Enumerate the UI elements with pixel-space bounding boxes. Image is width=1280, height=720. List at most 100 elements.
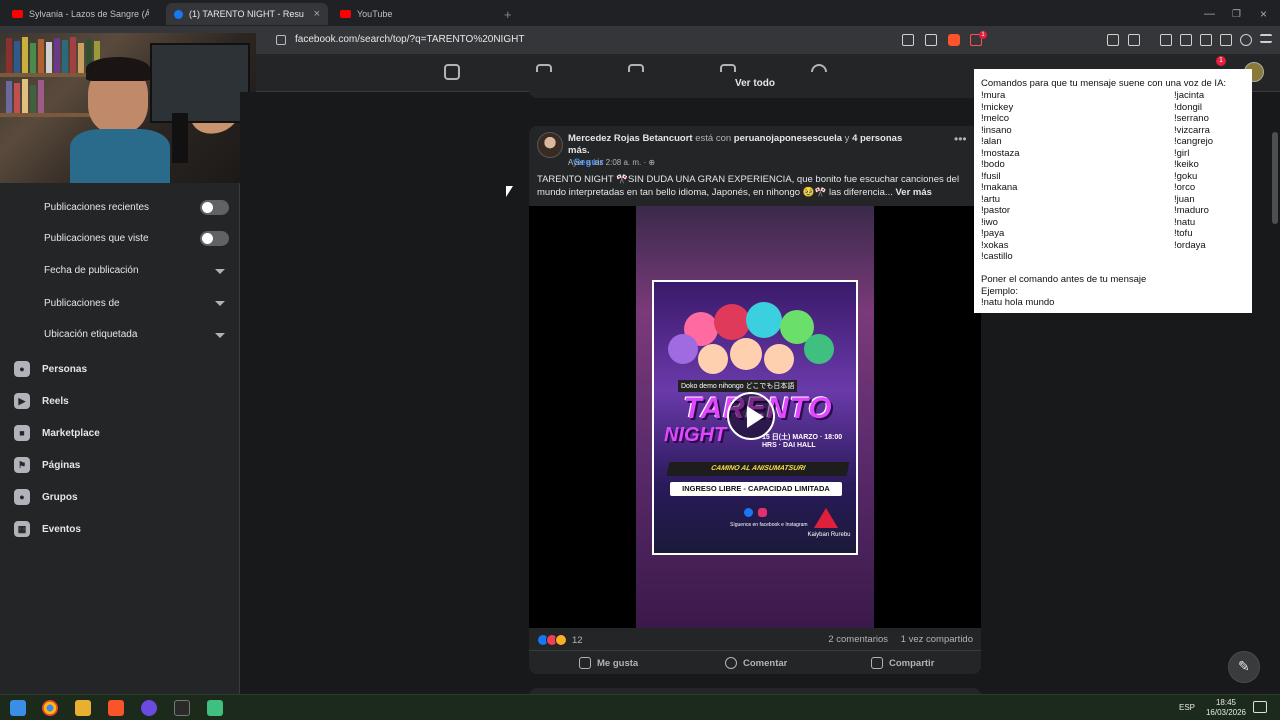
commands-column-1: !mura !mickey !melco !insano !alan !mostaza !b… (981, 90, 1020, 263)
comment-button[interactable]: Comentar (725, 657, 787, 669)
post-text: TARENTO NIGHT 🎌SIN DUDA UNA GRAN EXPERIE… (537, 173, 977, 199)
home-icon[interactable] (444, 64, 460, 80)
language-indicator[interactable]: ESP (1179, 703, 1195, 712)
sidebar-item-events[interactable]: ▦ Eventos (14, 521, 81, 537)
person-shirt (70, 129, 170, 183)
post-actions: Me gusta Comentar Compartir (529, 650, 981, 674)
command-item: !bodo (981, 159, 1005, 170)
command-item: !mostaza (981, 147, 1020, 159)
tab-youtube[interactable]: YouTube (332, 3, 492, 25)
maximize-button[interactable]: ❐ (1224, 3, 1249, 25)
tagged-page[interactable]: peruanojaponesescuela (734, 133, 842, 144)
file-explorer-icon[interactable] (75, 700, 91, 716)
cast-icon[interactable] (902, 34, 914, 46)
see-all-button[interactable]: Ver todo (529, 78, 981, 89)
sidebar-item-label: Marketplace (42, 427, 100, 439)
minimize-button[interactable]: — (1196, 3, 1223, 25)
share-icon[interactable] (925, 34, 937, 46)
tab-youtube-music[interactable]: Sylvania - Lazos de Sangre (Álbum (4, 3, 162, 25)
share-button[interactable]: Compartir (871, 657, 934, 669)
share-label: Compartir (889, 657, 935, 669)
shares-count[interactable]: 1 vez compartido (901, 634, 973, 645)
filter-recent-posts-label: Publicaciones recientes (44, 202, 150, 213)
new-tab-button[interactable]: + (496, 3, 520, 25)
filter-date-dropdown[interactable]: Fecha de publicación (44, 265, 139, 276)
tab-facebook[interactable]: (1) TARENTO NIGHT - Resultado × (166, 3, 328, 25)
sidebar-icon[interactable] (1180, 34, 1192, 46)
see-more-link[interactable]: Ver más (896, 187, 932, 198)
notifications-icon[interactable] (1253, 701, 1267, 713)
menu-icon[interactable] (1260, 34, 1272, 43)
sidebar-item-label: Páginas (42, 459, 81, 471)
extensions-icon[interactable] (1107, 34, 1119, 46)
command-item: !xokas (981, 239, 1009, 251)
leo-ai-icon[interactable] (1220, 34, 1232, 46)
url-field[interactable]: facebook.com/search/top/?q=TARENTO%20NIG… (270, 32, 990, 48)
new-message-button[interactable] (1228, 651, 1260, 683)
reels-icon: ▶ (14, 393, 30, 409)
command-item: !tofu (1174, 228, 1193, 239)
reaction-count: 12 (572, 634, 583, 646)
comments-count[interactable]: 2 comentarios (828, 634, 888, 645)
page-scrollbar[interactable] (1270, 92, 1280, 694)
filter-posts-from-dropdown[interactable]: Publicaciones de (44, 298, 120, 309)
play-button[interactable] (727, 392, 775, 440)
notification-badge: 1 (979, 31, 987, 39)
sidebar-item-people[interactable]: ● Personas (14, 361, 87, 377)
post-stats: 2 comentarios 1 vez compartido (818, 634, 973, 645)
close-window-button[interactable]: × (1252, 3, 1275, 25)
overlay-title: Comandos para que tu mensaje suene con u… (981, 78, 1227, 89)
close-tab-icon[interactable]: × (314, 8, 320, 20)
filter-seen-posts-toggle[interactable] (200, 231, 229, 246)
flyer-date: 15 日(土) MARZO · 18:00 HRS · DAI HALL (762, 434, 843, 449)
command-item: !fusil (981, 170, 1001, 182)
filter-recent-posts-toggle[interactable] (200, 200, 229, 215)
system-clock[interactable]: 18:45 16/03/2026 (1206, 698, 1246, 718)
pages-icon: ⚑ (14, 457, 30, 473)
author-avatar[interactable] (537, 132, 563, 158)
sidebar-item-reels[interactable]: ▶ Reels (14, 393, 69, 409)
wallet-icon[interactable] (1128, 34, 1140, 46)
command-item: !natu (1174, 216, 1196, 228)
marketplace-icon: ■ (14, 425, 30, 441)
sidebar-item-groups[interactable]: ● Grupos (14, 489, 78, 505)
chevron-down-icon[interactable] (215, 333, 225, 338)
post-video[interactable]: Doko demo nihongo どこでも日本語 TARENTO NIGHT … (529, 206, 981, 628)
reactions-summary[interactable]: 12 (537, 634, 583, 646)
search-filters-sidebar: Publicaciones recientes Publicaciones qu… (0, 182, 240, 694)
chevron-down-icon[interactable] (215, 301, 225, 306)
music-icon[interactable] (1160, 34, 1172, 46)
like-button[interactable]: Me gusta (579, 657, 638, 669)
wallet2-icon[interactable] (1200, 34, 1212, 46)
comment-icon (725, 657, 737, 669)
facebook-icon (744, 508, 753, 517)
obs-icon[interactable] (174, 700, 190, 716)
sidebar-item-marketplace[interactable]: ■ Marketplace (14, 425, 100, 441)
timestamp-text: Ayer a las 2:08 a. m. · (568, 158, 647, 167)
crane-logo-icon (814, 508, 838, 528)
chevron-down-icon[interactable] (215, 269, 225, 274)
comment-label: Comentar (743, 657, 788, 669)
sidebar-item-pages[interactable]: ⚑ Páginas (14, 457, 80, 473)
windows-start-icon[interactable] (10, 700, 26, 716)
filter-location-dropdown[interactable]: Ubicación etiquetada (44, 329, 137, 340)
youtube-icon (12, 10, 23, 18)
app2-icon[interactable] (207, 700, 223, 716)
brave-icon[interactable] (108, 700, 124, 716)
fb-notification-badge: 1 (1216, 56, 1226, 66)
post-timestamp[interactable]: Ayer a las 2:08 a. m. · ⊕ (568, 158, 655, 167)
facebook-icon (174, 9, 183, 19)
scrollbar-thumb[interactable] (1272, 132, 1278, 224)
chrome-icon[interactable] (42, 700, 58, 716)
brave-shields-icon[interactable] (948, 34, 960, 46)
author-name[interactable]: Mercedez Rojas Betancuort (568, 133, 693, 144)
vpn-icon[interactable] (1240, 34, 1252, 46)
app-icon[interactable] (141, 700, 157, 716)
more-options-icon[interactable]: ••• (954, 132, 967, 146)
flyer-subtitle: Doko demo nihongo どこでも日本語 (678, 380, 798, 392)
sidebar-item-label: Eventos (42, 523, 81, 535)
site-info-icon[interactable] (276, 35, 286, 45)
command-item: !ordaya (1174, 239, 1206, 251)
commands-column-2: !jacinta !dongil !serrano !vizcarra !cangrej… (1174, 90, 1213, 251)
events-icon: ▦ (14, 521, 30, 537)
